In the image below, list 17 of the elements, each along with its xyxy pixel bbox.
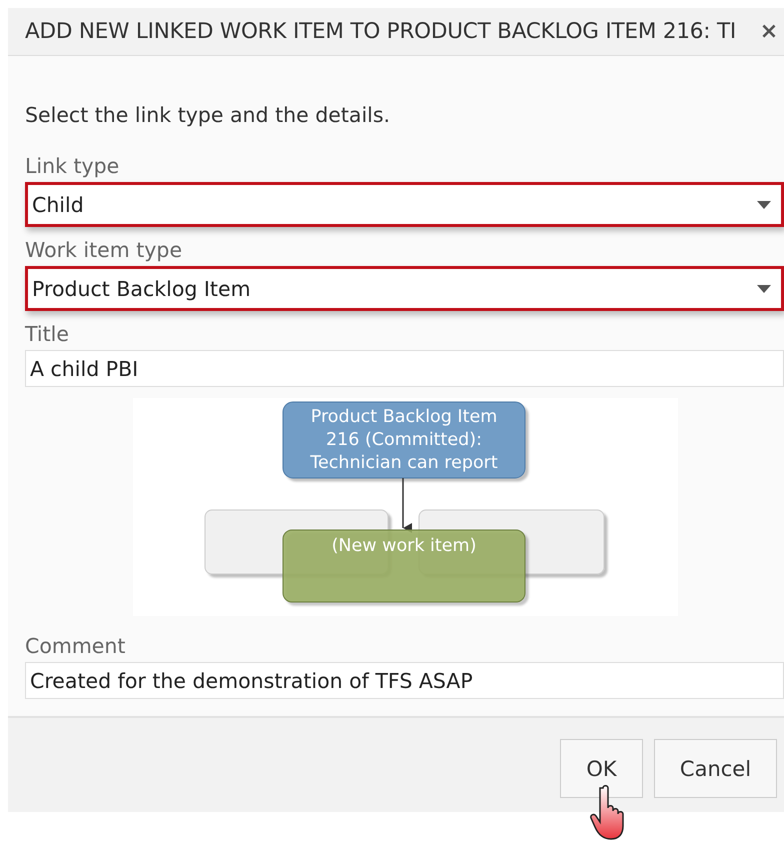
field-label: Title (25, 322, 70, 346)
close-button[interactable]: × (754, 19, 784, 44)
dialog-title: ADD NEW LINKED WORK ITEM TO PRODUCT BACKLOG ITEM 216: TI (25, 19, 738, 44)
instruction-text: Select the link type and the details. (24, 102, 392, 128)
new-work-item-card: (New work item) (282, 530, 526, 602)
dropdown-arrow-icon (757, 200, 771, 208)
input-field[interactable]: Created for the demonstration of TFS ASAP (25, 662, 784, 699)
cancel-button[interactable]: Cancel (654, 739, 777, 798)
field-label: Link type (25, 154, 120, 178)
dropdown[interactable]: Product Backlog Item (25, 266, 784, 311)
input-field[interactable]: A child PBI (25, 350, 784, 387)
field-label: Work item type (25, 238, 184, 262)
dropdown-arrow-icon (757, 284, 771, 292)
dropdown[interactable]: Child (25, 182, 784, 227)
parent-work-item-card: Product Backlog Item 216 (Committed): Technician can report (282, 402, 526, 478)
ok-button[interactable]: OK (560, 739, 643, 798)
field-label: Comment (25, 634, 126, 658)
